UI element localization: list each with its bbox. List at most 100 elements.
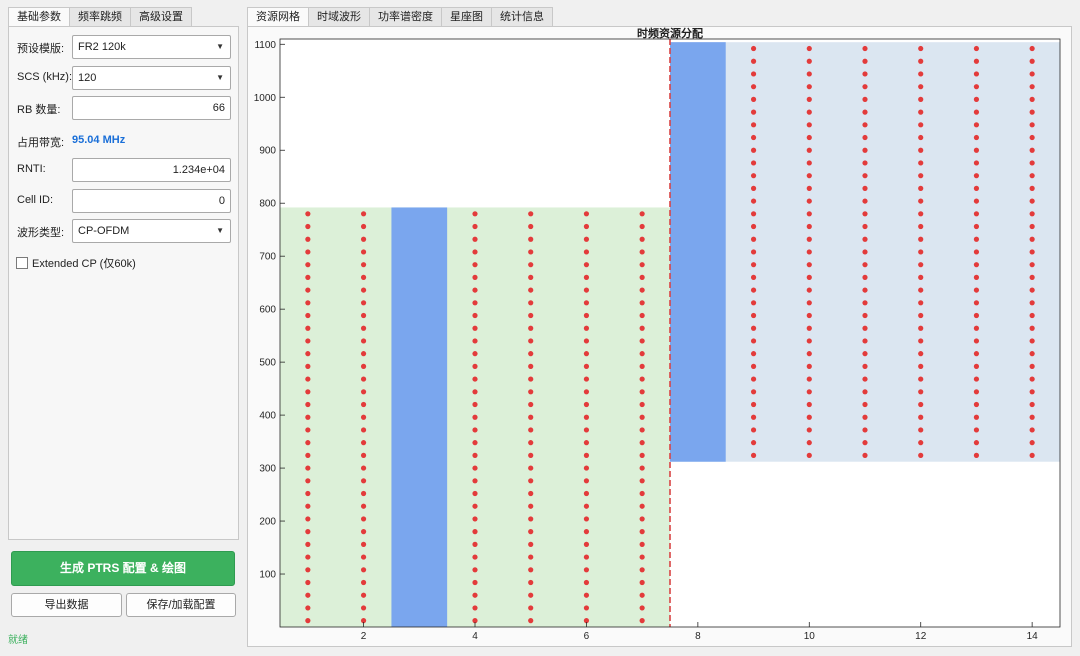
ptrs-point [305,427,311,433]
ptrs-point [639,389,645,395]
ptrs-point [305,211,311,217]
ptrs-point [750,325,757,331]
tab-statistics[interactable]: 统计信息 [491,7,553,27]
tab-constellation[interactable]: 星座图 [441,7,492,27]
ptrs-point [472,465,478,471]
ptrs-point [528,427,534,433]
tab-psd[interactable]: 功率谱密度 [369,7,442,27]
ptrs-point [639,249,645,255]
ptrs-point [583,300,590,306]
tab-time-waveform[interactable]: 时域波形 [308,7,370,27]
ptrs-point [639,351,645,357]
ptrs-point [528,249,534,255]
waveform-select[interactable]: CP-OFDM ▼ [72,219,231,243]
ptrs-point [305,262,311,268]
cellid-label: Cell ID: [17,194,54,206]
ptrs-point [583,274,590,280]
export-data-button[interactable]: 导出数据 [11,593,122,617]
ptrs-point [750,249,757,255]
generate-ptrs-button[interactable]: 生成 PTRS 配置 & 绘图 [11,551,235,586]
ptrs-point [1029,300,1035,306]
rb-count-input[interactable]: 66 [72,96,231,120]
save-load-config-button[interactable]: 保存/加载配置 [126,593,236,617]
ptrs-point [1029,325,1035,331]
scs-select[interactable]: 120 ▼ [72,66,231,90]
ptrs-point [472,338,478,344]
ptrs-point [750,134,757,141]
ptrs-point [639,490,645,497]
ptrs-point [806,389,812,395]
ptrs-point [862,325,868,331]
ptrs-point [750,58,757,64]
extended-cp-row[interactable]: Extended CP (仅60k) [16,256,136,270]
ptrs-point [528,363,534,369]
ptrs-point [472,351,478,357]
ptrs-point [862,134,868,141]
ptrs-point [528,465,534,471]
ptrs-point [360,338,367,344]
ptrs-point [1029,185,1035,191]
ptrs-point [806,363,812,369]
ptrs-point [806,173,812,179]
ptrs-point [862,376,868,382]
ptrs-point [472,414,478,420]
ptrs-point [639,236,645,242]
ptrs-point [973,45,980,52]
y-tick-label: 700 [259,252,276,263]
ptrs-point [528,579,534,586]
chevron-down-icon: ▼ [216,73,224,82]
ptrs-point [973,173,980,179]
ptrs-point [305,465,311,471]
ptrs-point [360,579,367,586]
ptrs-point [973,223,980,230]
ptrs-point [862,58,868,64]
ptrs-point [918,109,924,115]
ptrs-point [1029,363,1035,369]
ptrs-point [918,71,924,77]
tab-resource-grid[interactable]: 资源网格 [247,7,309,27]
checkbox-icon[interactable] [16,257,28,269]
tab-advanced-settings[interactable]: 高级设置 [130,7,192,27]
ptrs-point [528,312,534,319]
ptrs-point [472,211,478,217]
ptrs-point [583,287,590,293]
ptrs-point [583,312,590,319]
ptrs-point [806,71,812,77]
ptrs-point [918,440,924,446]
cell-id-input[interactable]: 0 [72,189,231,213]
tab-basic-params[interactable]: 基础参数 [8,7,70,27]
ptrs-point [639,503,645,509]
rnti-row: RNTI: 1.234e+04 [9,158,238,182]
ptrs-point [918,338,924,344]
ptrs-point [806,211,812,217]
chart-title: 时频资源分配 [637,27,703,40]
ptrs-point [1029,58,1035,64]
ptrs-point [918,185,924,191]
ptrs-point [583,223,590,230]
ptrs-point [639,440,645,446]
ptrs-point [918,211,924,217]
ptrs-point [305,300,311,306]
ptrs-point [360,249,367,255]
rnti-input[interactable]: 1.234e+04 [72,158,231,182]
ptrs-point [750,401,757,408]
tab-frequency-hopping[interactable]: 频率跳频 [69,7,131,27]
rb-row: RB 数量: 66 [9,96,238,120]
ptrs-point [583,478,590,484]
ptrs-point [528,605,534,611]
ptrs-point [360,389,367,395]
ptrs-point [583,579,590,586]
ptrs-point [806,338,812,344]
ptrs-point [639,529,645,535]
ptrs-point [360,414,367,420]
ptrs-point [639,579,645,586]
ptrs-point [862,236,868,242]
ptrs-point [472,567,478,573]
preset-select[interactable]: FR2 120k ▼ [72,35,231,59]
ptrs-point [639,554,645,560]
ptrs-point [750,287,757,293]
ptrs-point [918,376,924,382]
ptrs-point [750,96,757,102]
ptrs-point [528,567,534,573]
ptrs-point [1029,198,1035,204]
